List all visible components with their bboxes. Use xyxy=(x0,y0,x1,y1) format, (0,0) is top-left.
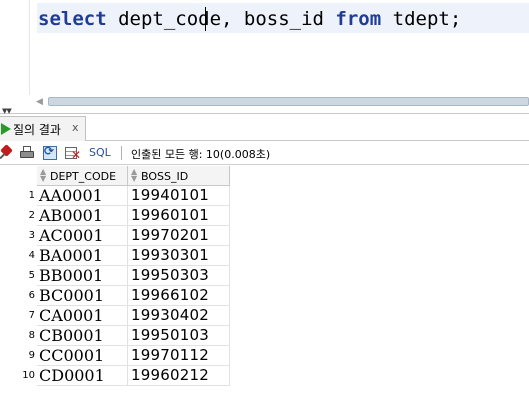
cell-boss-id[interactable]: 19960212 xyxy=(128,366,230,386)
row-number: 3 xyxy=(28,230,35,241)
row-number: 9 xyxy=(28,350,35,361)
table-row[interactable]: 4 BA0001 19930301 xyxy=(0,246,230,266)
table-row[interactable]: 5 BB0001 19950303 xyxy=(0,266,230,286)
play-icon xyxy=(1,123,11,135)
clear-grid-icon[interactable]: ✕ xyxy=(65,145,81,162)
keyword-from: from xyxy=(335,8,382,30)
cell-dept-code[interactable]: CC0001 xyxy=(37,346,128,366)
table-row[interactable]: 9 CC0001 19970112 xyxy=(0,346,230,366)
cell-dept-code[interactable]: CD0001 xyxy=(37,366,128,386)
table-name: tdept; xyxy=(381,8,462,30)
column-header-label: DEPT_CODE xyxy=(50,170,117,183)
keyword-select: select xyxy=(38,8,107,30)
table-row[interactable]: 3 AC0001 19970201 xyxy=(0,226,230,246)
cell-boss-id[interactable]: 19970201 xyxy=(128,226,230,246)
cell-boss-id[interactable]: 19950303 xyxy=(128,266,230,286)
row-number: 4 xyxy=(28,250,35,261)
select-columns: dept_code, boss_id xyxy=(106,8,336,30)
cell-dept-code[interactable]: BA0001 xyxy=(37,246,128,266)
row-number-header xyxy=(0,166,37,186)
refresh-icon[interactable]: ⟳ xyxy=(42,144,58,161)
table-row[interactable]: 7 CA0001 19930402 xyxy=(0,306,230,326)
table-row[interactable]: 10 CD0001 19960212 xyxy=(0,366,230,386)
row-number: 1 xyxy=(28,190,35,201)
sql-editor[interactable]: select dept_code, boss_id from tdept; xyxy=(0,0,529,96)
sql-button[interactable]: SQL xyxy=(89,146,111,159)
row-number: 8 xyxy=(28,330,35,341)
cell-boss-id[interactable]: 19940101 xyxy=(128,186,230,206)
cell-boss-id[interactable]: 19970112 xyxy=(128,346,230,366)
cell-dept-code[interactable]: BB0001 xyxy=(37,266,128,286)
tab-query-result[interactable]: 질의 결과 x xyxy=(0,116,86,141)
cell-dept-code[interactable]: AB0001 xyxy=(37,206,128,226)
toolbar-separator xyxy=(121,146,122,160)
cell-dept-code[interactable]: CA0001 xyxy=(37,306,128,326)
table-row[interactable]: 2 AB0001 19960101 xyxy=(0,206,230,226)
fetch-status: 인출된 모든 행: 10(0.008초) xyxy=(131,148,271,161)
results-tab-bar: 질의 결과 x xyxy=(0,114,529,141)
row-number: 6 xyxy=(28,290,35,301)
editor-gutter xyxy=(0,0,30,96)
row-number: 5 xyxy=(28,270,35,281)
column-header-boss-id[interactable]: ▲ ▼ BOSS_ID xyxy=(128,166,230,186)
text-caret xyxy=(205,7,206,31)
table-row[interactable]: 6 BC0001 19966102 xyxy=(0,286,230,306)
cell-boss-id[interactable]: 19930301 xyxy=(128,246,230,266)
tab-query-result-label: 질의 결과 xyxy=(13,123,61,137)
cell-boss-id[interactable]: 19950103 xyxy=(128,326,230,346)
print-icon[interactable] xyxy=(19,145,35,161)
table-row[interactable]: 8 CB0001 19950103 xyxy=(0,326,230,346)
row-number: 7 xyxy=(28,310,35,321)
sort-icon[interactable]: ▲ ▼ xyxy=(131,168,137,183)
cell-dept-code[interactable]: AC0001 xyxy=(37,226,128,246)
cell-boss-id[interactable]: 19966102 xyxy=(128,286,230,306)
pin-icon[interactable] xyxy=(0,144,14,161)
results-grid: ▲ ▼ DEPT_CODE ▲ ▼ BOSS_ID 1 AA0001 1994010… xyxy=(0,166,529,413)
close-tab-button[interactable]: x xyxy=(72,121,79,134)
sql-statement[interactable]: select dept_code, boss_id from tdept; xyxy=(38,8,461,30)
column-header-label: BOSS_ID xyxy=(141,170,189,183)
cell-dept-code[interactable]: CB0001 xyxy=(37,326,128,346)
column-header-dept-code[interactable]: ▲ ▼ DEPT_CODE xyxy=(37,166,128,186)
cell-dept-code[interactable]: AA0001 xyxy=(37,186,128,206)
cell-dept-code[interactable]: BC0001 xyxy=(37,286,128,306)
sort-icon[interactable]: ▲ ▼ xyxy=(40,168,46,183)
cell-boss-id[interactable]: 19930402 xyxy=(128,306,230,326)
table-row[interactable]: 1 AA0001 19940101 xyxy=(0,186,230,206)
row-number: 2 xyxy=(28,210,35,221)
cell-boss-id[interactable]: 19960101 xyxy=(128,206,230,226)
editor-horizontal-scrollbar[interactable]: ◀ xyxy=(0,95,529,108)
row-number: 10 xyxy=(22,370,35,381)
scroll-left-arrow-icon[interactable]: ◀ xyxy=(36,97,43,107)
scrollbar-thumb[interactable] xyxy=(48,97,529,106)
results-toolbar: ⟳ ✕ SQL 인출된 모든 행: 10(0.008초) xyxy=(0,141,529,165)
